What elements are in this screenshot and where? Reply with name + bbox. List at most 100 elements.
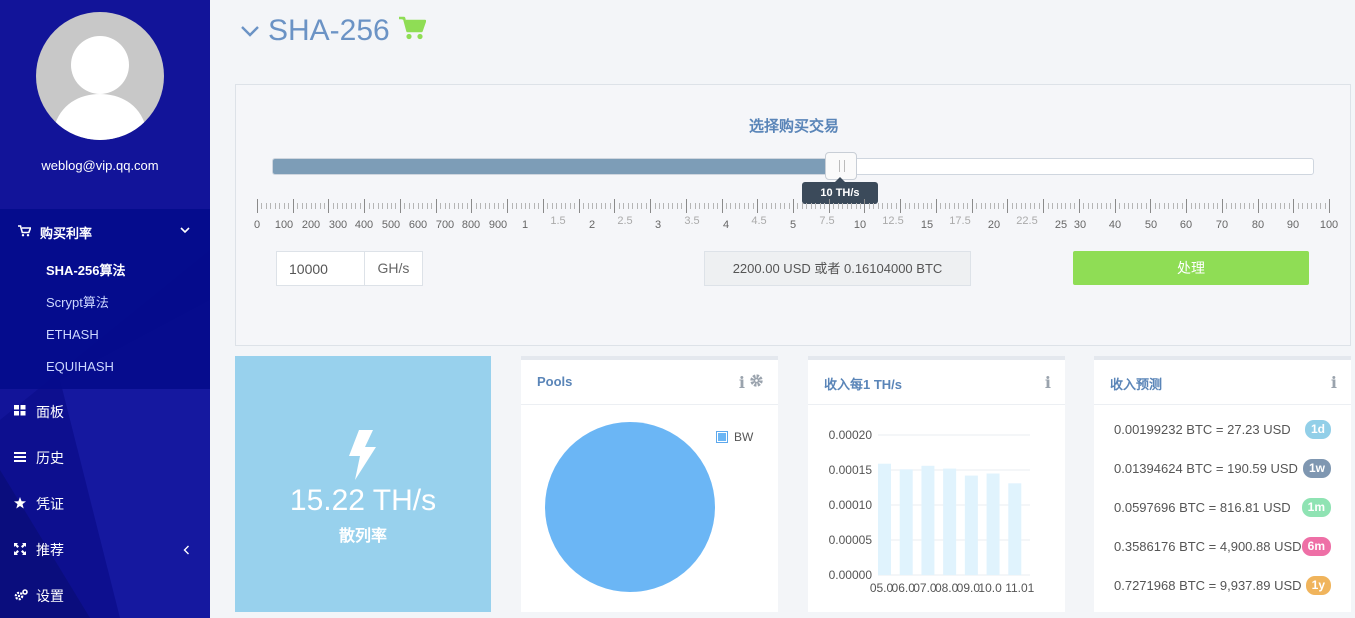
- ruler-tick: [350, 203, 352, 209]
- sidebar-item-label: 推荐: [36, 542, 64, 558]
- ruler-tick: [1235, 203, 1237, 209]
- ruler-tick: [1324, 203, 1326, 209]
- ruler-label: 900: [488, 219, 508, 231]
- sub-item-equihash[interactable]: EQUIHASH: [0, 351, 210, 383]
- ruler-tick: [699, 203, 701, 209]
- ruler-tick: [368, 203, 370, 209]
- ruler-tick: [1038, 203, 1040, 209]
- sidebar-item-dashboard[interactable]: 面板: [0, 389, 210, 435]
- ruler-tick: [743, 203, 745, 209]
- ruler-tick: [712, 203, 714, 209]
- ruler-tick: [1248, 203, 1250, 209]
- ruler-label: 700: [435, 219, 455, 231]
- ruler-tick: [632, 203, 634, 209]
- sub-menu: SHA-256算法 Scrypt算法 ETHASH EQUIHASH: [0, 255, 210, 389]
- ruler-tick: [1101, 203, 1103, 209]
- ruler-tick: [846, 203, 848, 209]
- ruler-tick: [904, 203, 906, 209]
- ruler-tick: [261, 203, 263, 209]
- process-button[interactable]: 处理: [1073, 251, 1309, 285]
- card-header: 收入预测 i: [1094, 360, 1351, 405]
- forecast-card: 收入预测 i 0.00199232 BTC = 27.23 USD 1d 0.0…: [1094, 356, 1351, 612]
- ruler-tick: [270, 203, 272, 209]
- ruler-tick: [766, 203, 768, 209]
- ruler-label: 7.5: [819, 215, 835, 227]
- ruler-tick: [694, 203, 696, 209]
- hashrate-slider[interactable]: [272, 152, 1314, 180]
- ruler-tick: [408, 203, 410, 209]
- ruler-tick: [761, 203, 763, 209]
- sidebar-item-voucher[interactable]: 凭证: [0, 481, 210, 527]
- ruler-label: 800: [461, 219, 481, 231]
- ruler-tick: [971, 199, 973, 213]
- ruler-tick: [453, 203, 455, 209]
- ruler-tick: [851, 203, 853, 209]
- sidebar-item-referral[interactable]: 推荐: [0, 527, 210, 573]
- ruler-tick: [1266, 203, 1268, 209]
- card-header: Pools i: [521, 360, 778, 405]
- ruler-tick: [328, 199, 330, 213]
- ruler-tick: [681, 203, 683, 209]
- sub-item-sha256[interactable]: SHA-256算法: [0, 255, 210, 287]
- ruler-tick: [542, 199, 544, 213]
- slider-handle[interactable]: [825, 152, 857, 180]
- info-icon[interactable]: i: [1331, 373, 1337, 392]
- ruler-label: 15: [920, 219, 934, 231]
- ruler-tick: [484, 203, 486, 209]
- hashrate-input[interactable]: [276, 251, 365, 286]
- sidebar-menu: 购买利率 SHA-256算法 Scrypt算法 ETHASH EQUIHASH …: [0, 209, 210, 618]
- sidebar-item-buy-rate[interactable]: 购买利率: [0, 209, 210, 255]
- star-icon: [14, 496, 36, 512]
- sub-item-scrypt[interactable]: Scrypt算法: [0, 287, 210, 319]
- ruler-tick: [1190, 203, 1192, 209]
- ruler-tick: [435, 199, 437, 213]
- ruler-tick: [793, 199, 794, 213]
- info-icon[interactable]: i: [739, 373, 745, 392]
- ruler-label: 500: [381, 219, 401, 231]
- avatar[interactable]: [36, 12, 164, 140]
- chevron-down-icon[interactable]: [240, 21, 260, 42]
- ruler-tick: [332, 203, 334, 209]
- ruler-tick: [757, 199, 759, 213]
- forecast-text: 0.01394624 BTC = 190.59 USD: [1114, 461, 1298, 476]
- sub-item-ethash[interactable]: ETHASH: [0, 319, 210, 351]
- ruler-tick: [605, 203, 607, 209]
- ruler-tick: [1110, 203, 1112, 209]
- sidebar-item-history[interactable]: 历史: [0, 435, 210, 481]
- ruler-tick: [583, 203, 585, 209]
- sidebar-item-settings[interactable]: 设置: [0, 573, 210, 618]
- y-tick-label: 0.00015: [829, 463, 873, 477]
- income-chart-card: 收入每1 TH/s i 0.00020 0.00015 0.00010 0.00005…: [808, 356, 1065, 612]
- ruler-tick: [962, 203, 964, 209]
- ruler-tick: [949, 203, 951, 209]
- ruler-tick: [958, 203, 960, 209]
- bar: [986, 473, 1000, 575]
- gear-icon[interactable]: [749, 373, 764, 392]
- ruler-label: 17.5: [949, 215, 971, 227]
- expand-arrows-icon: [14, 542, 36, 558]
- ruler-tick: [739, 203, 741, 209]
- ruler-tick: [1270, 203, 1272, 209]
- ruler-tick: [806, 203, 808, 209]
- ruler-tick: [1177, 203, 1179, 209]
- ruler-tick: [1208, 203, 1210, 209]
- ruler-tick: [600, 203, 602, 209]
- ruler-label: 25: [1054, 219, 1068, 231]
- ruler-label: 0: [253, 219, 261, 231]
- user-icon: [52, 36, 148, 140]
- info-icon[interactable]: i: [1045, 373, 1051, 392]
- y-tick-label: 0.00020: [829, 428, 873, 442]
- ruler-tick: [967, 203, 969, 209]
- ruler-tick: [1025, 203, 1027, 209]
- ruler-tick: [882, 203, 884, 209]
- ruler-label: 3: [654, 219, 662, 231]
- ruler-tick: [788, 203, 790, 209]
- ruler-tick: [797, 203, 799, 209]
- period-badge: 1y: [1305, 576, 1331, 595]
- chevron-left-icon: [183, 543, 190, 558]
- ruler-tick: [391, 203, 392, 209]
- ruler-tick: [985, 203, 987, 209]
- gears-icon: [14, 588, 36, 604]
- ruler-tick: [417, 203, 419, 209]
- pie-slice-bw[interactable]: [545, 422, 715, 592]
